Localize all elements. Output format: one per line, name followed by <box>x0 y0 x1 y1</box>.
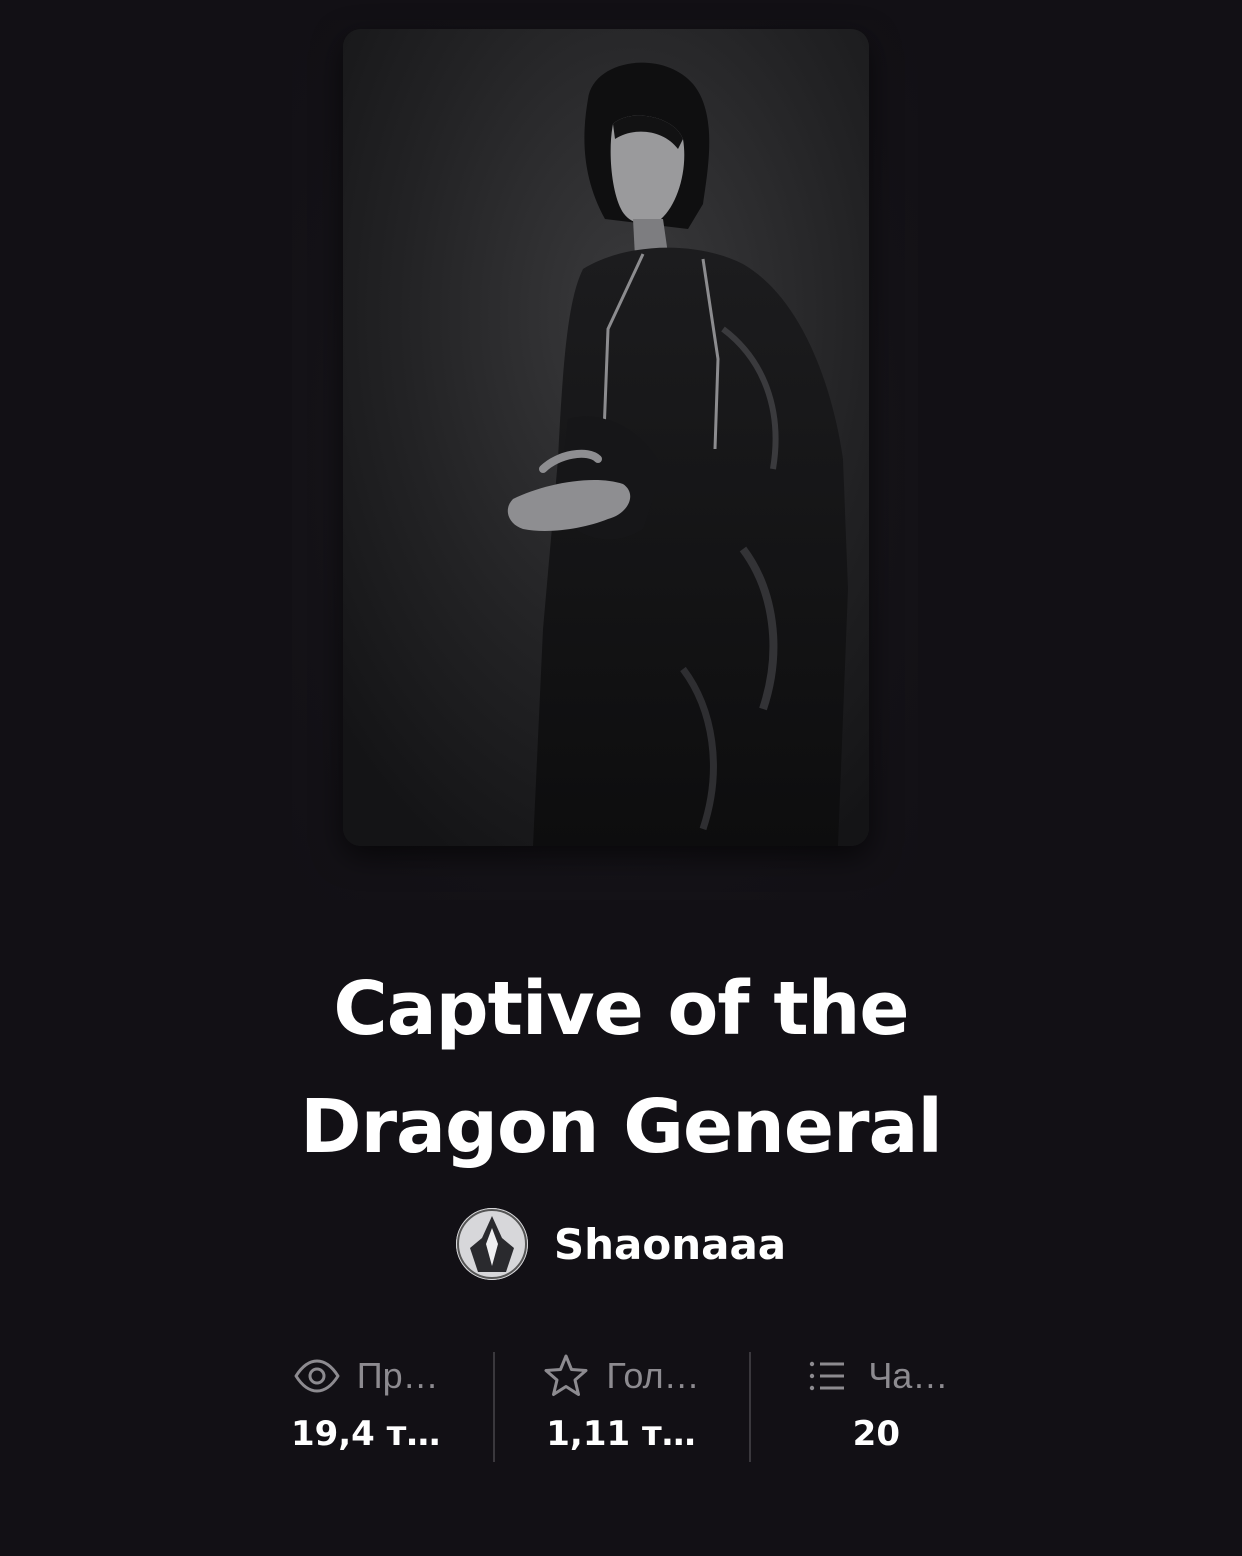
story-page: Captive of the Dragon General Shaonaaa П… <box>0 0 1242 1556</box>
author-name[interactable]: Shaonaaa <box>554 1220 786 1269</box>
stat-reads: Пр… 19,4 т… <box>238 1350 493 1464</box>
stat-votes-value: 1,11 т… <box>546 1414 696 1454</box>
stat-parts: Ча… 20 <box>748 1350 1004 1464</box>
story-title-line-2: Dragon General <box>300 1084 943 1170</box>
list-icon <box>810 1361 845 1391</box>
stat-reads-value: 19,4 т… <box>290 1414 441 1454</box>
author-row[interactable]: Shaonaaa <box>0 1206 1242 1282</box>
stat-reads-label: Пр… <box>356 1355 439 1396</box>
story-cover-image[interactable] <box>343 29 869 846</box>
story-title: Captive of the Dragon General <box>0 950 1242 1186</box>
stat-votes-label: Гол… <box>606 1355 700 1396</box>
eye-icon <box>294 1359 340 1393</box>
stat-parts-value: 20 <box>852 1414 900 1454</box>
stat-votes: Гол… 1,11 т… <box>493 1350 748 1464</box>
author-avatar[interactable] <box>455 1208 528 1280</box>
story-title-line-1: Captive of the <box>333 966 909 1052</box>
star-icon <box>544 1354 588 1396</box>
story-stats: Пр… 19,4 т… Гол… 1,11 т… Ча… 20 <box>238 1350 1004 1464</box>
stat-parts-label: Ча… <box>868 1355 949 1396</box>
